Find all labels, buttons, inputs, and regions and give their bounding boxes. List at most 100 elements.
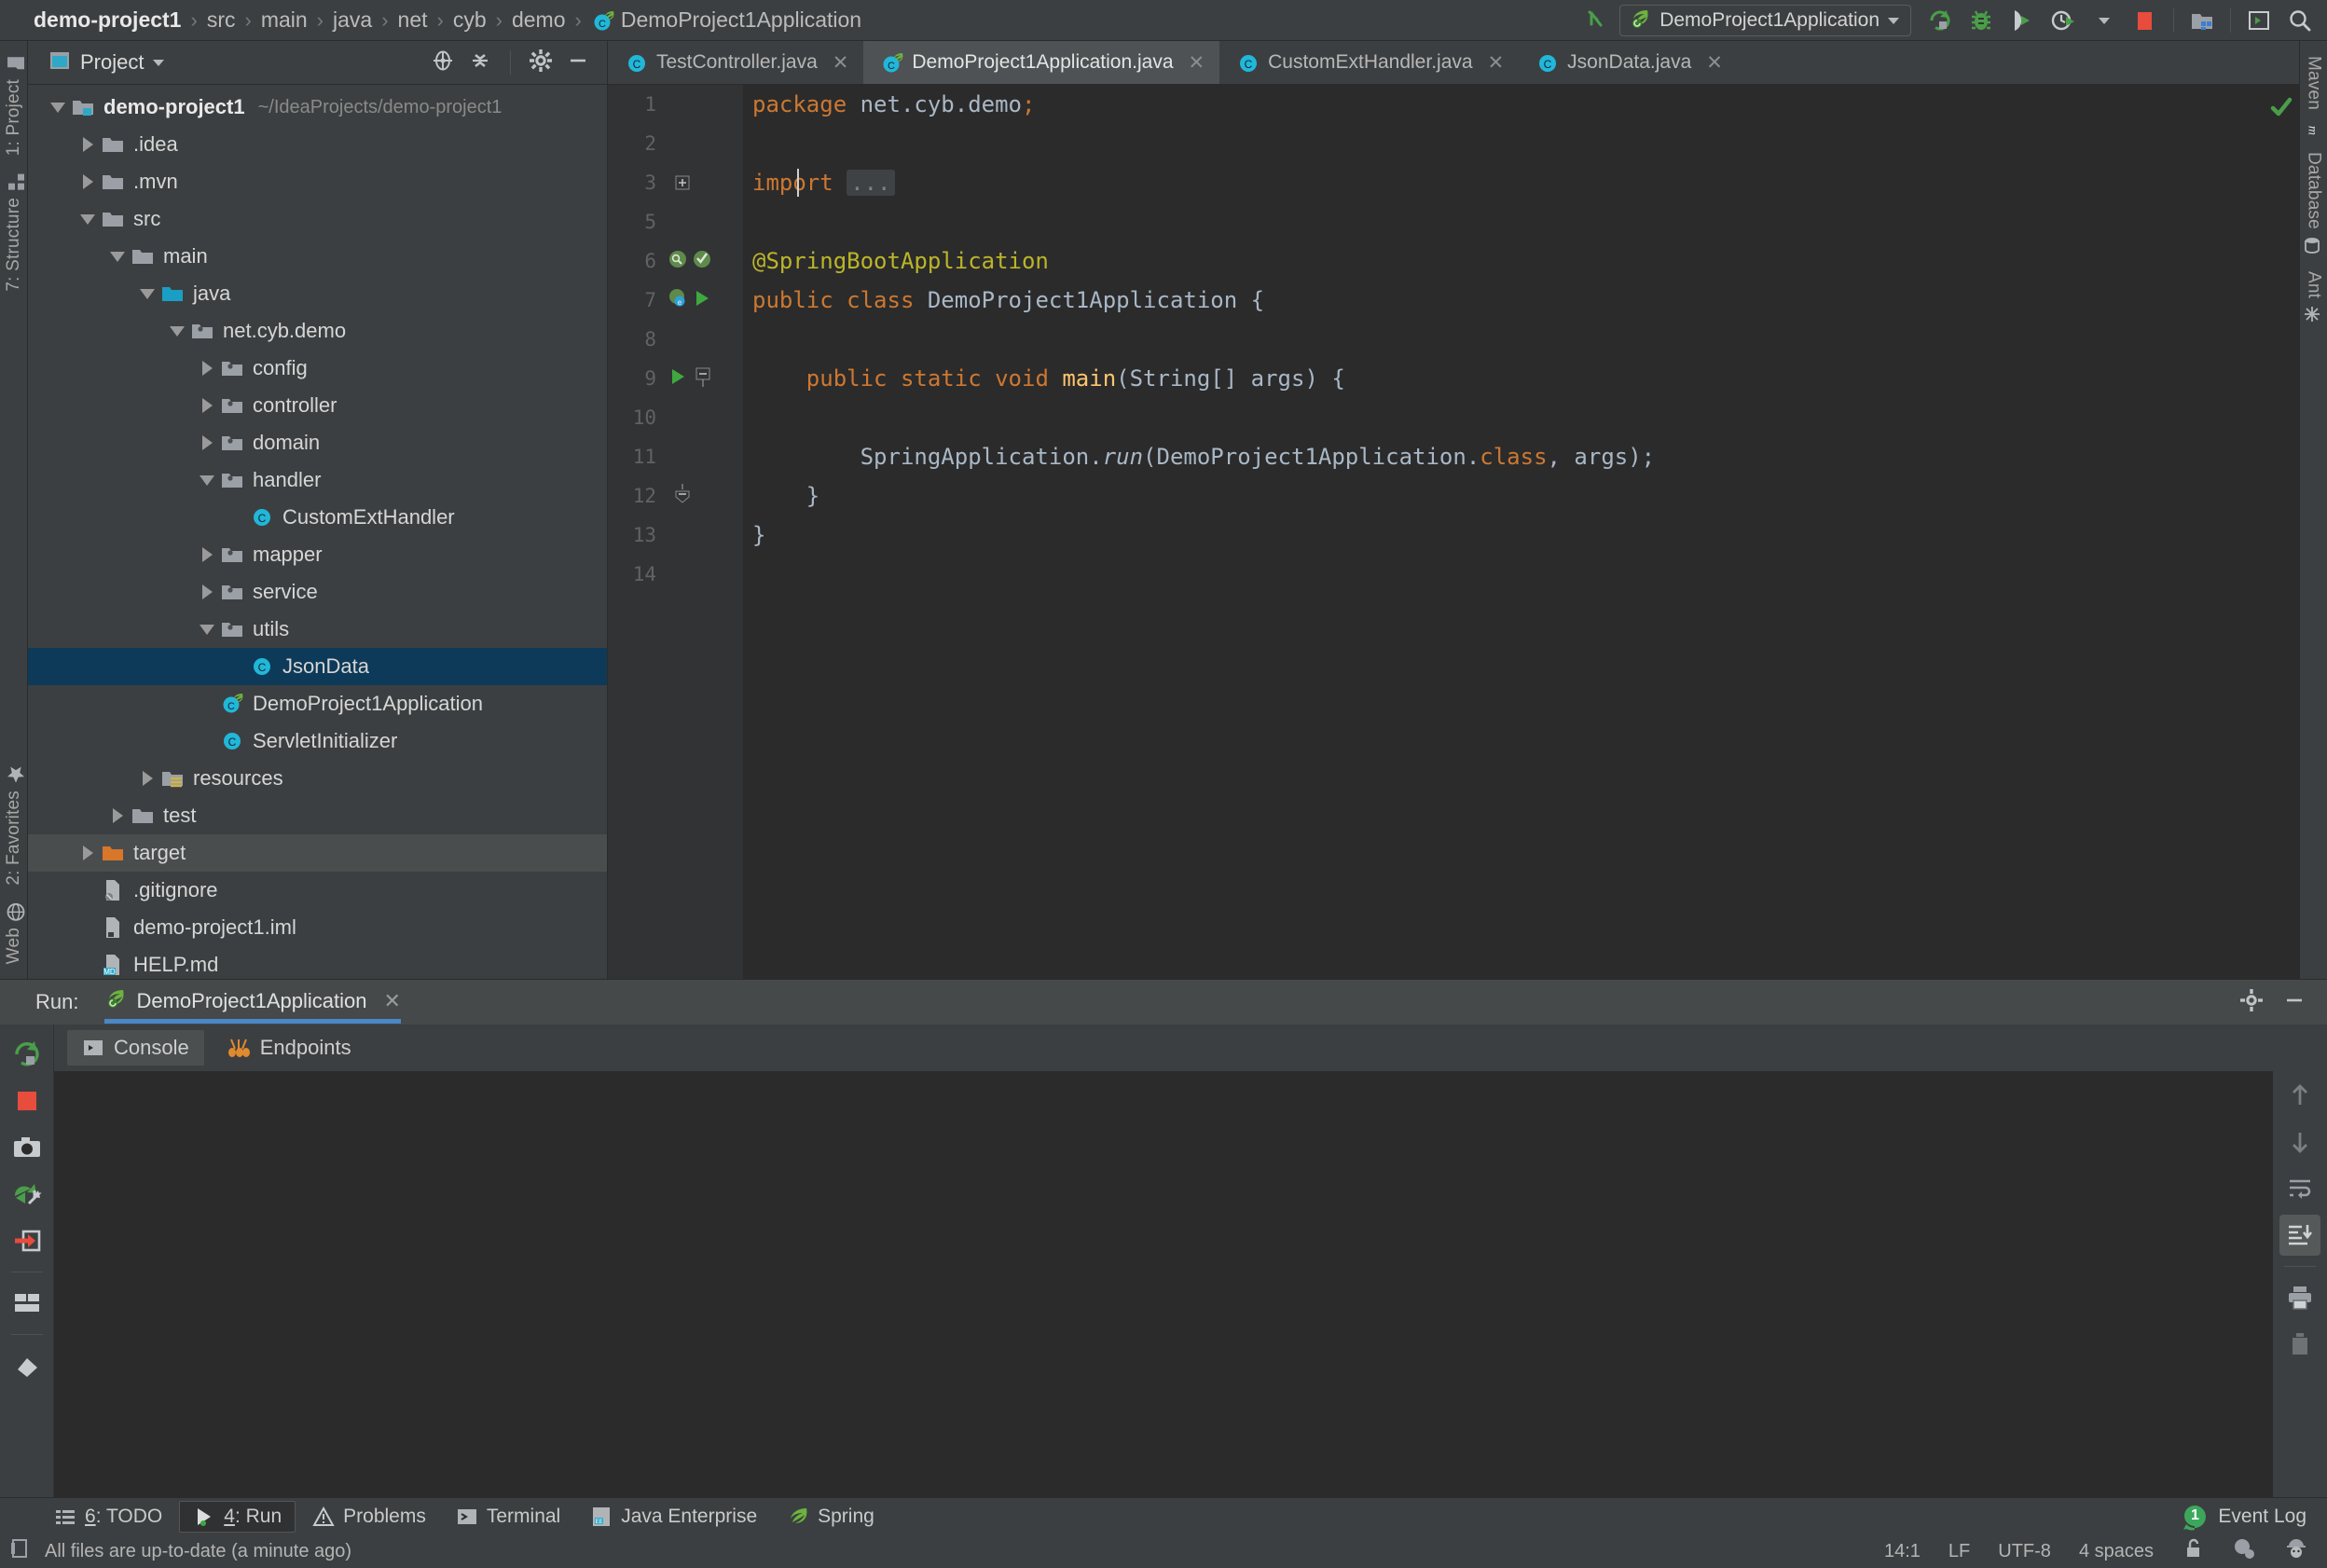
chevron-down-icon[interactable] (194, 475, 220, 486)
minimize-icon[interactable] (566, 48, 590, 77)
tree-node-help-md[interactable]: MD HELP.md (28, 946, 607, 979)
tree-node-test[interactable]: test (28, 797, 607, 834)
chevron-right-icon[interactable] (194, 361, 220, 376)
breadcrumb-item-net[interactable]: net (391, 7, 435, 33)
code-line[interactable]: } (752, 516, 2262, 555)
stop-button[interactable] (7, 1080, 48, 1121)
code-line[interactable]: SpringApplication. run (DemoProject1Applic… (752, 437, 2262, 476)
tree-node-demo-project1-iml[interactable]: demo-project1.iml (28, 909, 607, 946)
code-line[interactable]: import ... (752, 163, 2262, 202)
code-line[interactable] (752, 555, 2262, 594)
tree-node-demo-project1[interactable]: demo-project1 ~/IdeaProjects/demo-project… (28, 89, 607, 126)
run-subtab-console[interactable]: Console (67, 1030, 204, 1066)
bottom-bar-problems[interactable]: Problems (299, 1502, 439, 1532)
chevron-down-icon[interactable] (164, 325, 190, 337)
pin-icon[interactable] (7, 1345, 48, 1386)
indent-setting[interactable]: 4 spaces (2079, 1541, 2154, 1562)
editor-markup-gutter[interactable] (2262, 85, 2299, 979)
tree-node-config[interactable]: config (28, 350, 607, 387)
arrow-up-icon[interactable] (2279, 1075, 2320, 1116)
collapse-all-icon[interactable] (468, 48, 492, 77)
chevron-right-icon[interactable] (194, 547, 220, 562)
tree-node--gitignore[interactable]: .gitignore (28, 872, 607, 909)
tree-node-jsondata[interactable]: C JsonData (28, 648, 607, 685)
restart-icon[interactable] (7, 1174, 48, 1215)
chevron-right-icon[interactable] (75, 137, 101, 152)
tree-node-main[interactable]: main (28, 238, 607, 275)
camera-icon[interactable] (7, 1127, 48, 1168)
console-output[interactable] (54, 1071, 2273, 1497)
gutter-line[interactable]: 8 (608, 320, 743, 359)
code-line[interactable] (752, 124, 2262, 163)
stop-button[interactable] (2127, 5, 2163, 36)
chevron-down-icon[interactable] (194, 624, 220, 635)
breadcrumb-item-demo[interactable]: demo (504, 7, 573, 33)
breadcrumb-item-demoproject1application[interactable]: C DemoProject1Application (584, 7, 869, 33)
terminal-button[interactable] (2241, 5, 2277, 36)
code-line[interactable]: package net.cyb.demo; (752, 85, 2262, 124)
tree-node-java[interactable]: java (28, 275, 607, 312)
code-line[interactable] (752, 398, 2262, 437)
scroll-end-icon[interactable] (2279, 1215, 2320, 1256)
run-with-coverage-button[interactable] (2004, 5, 2040, 36)
rerun-button[interactable] (7, 1034, 48, 1075)
code-line[interactable] (752, 202, 2262, 241)
chevron-right-icon[interactable] (75, 174, 101, 189)
run-subtab-endpoints[interactable]: Endpoints (212, 1030, 366, 1066)
tool-strip-button-2-favorites[interactable]: 2: Favorites (1, 758, 27, 895)
bottom-bar-terminal[interactable]: Terminal (443, 1502, 573, 1532)
gutter-line[interactable]: 7e (608, 281, 743, 320)
tree-node-mapper[interactable]: mapper (28, 536, 607, 573)
chevron-down-icon[interactable] (75, 213, 101, 225)
fold-end-icon[interactable] (668, 484, 697, 508)
chevron-right-icon[interactable] (104, 808, 131, 823)
run-session-tab[interactable]: DemoProject1Application ✕ (104, 987, 401, 1024)
breadcrumb-item-cyb[interactable]: cyb (446, 7, 494, 33)
bean-search-icon[interactable] (668, 249, 688, 274)
close-icon[interactable]: ✕ (833, 51, 849, 75)
code-text-area[interactable]: package net.cyb.demo; import ... @SpringBo… (743, 85, 2262, 979)
chevron-right-icon[interactable] (194, 435, 220, 450)
bottom-bar-run[interactable]: 4: Run (179, 1500, 296, 1533)
chevron-right-icon[interactable] (134, 771, 160, 786)
tool-strip-button-7-structure[interactable]: 7: Structure (1, 165, 27, 301)
gutter-line[interactable]: 2 (608, 124, 743, 163)
code-line[interactable]: public static void main (String[] args) { (752, 359, 2262, 398)
chevron-down-icon[interactable] (134, 288, 160, 299)
close-icon[interactable]: ✕ (1488, 51, 1505, 75)
project-structure-button[interactable] (2184, 5, 2220, 36)
spring-bean-icon[interactable]: e (668, 288, 688, 313)
gutter-line[interactable]: 11 (608, 437, 743, 476)
run-arrow-icon[interactable] (692, 288, 712, 313)
code-line[interactable]: } (752, 476, 2262, 516)
breadcrumb-item-src[interactable]: src (200, 7, 243, 33)
green-check-icon[interactable] (2268, 94, 2294, 120)
search-everywhere-button[interactable] (2282, 5, 2318, 36)
back-arrow-icon[interactable] (1578, 5, 1614, 36)
code-line[interactable]: @SpringBootApplication (752, 241, 2262, 281)
code-line[interactable]: public class DemoProject1Application { (752, 281, 2262, 320)
gear-icon[interactable] (529, 48, 553, 77)
gutter-line[interactable]: 5 (608, 202, 743, 241)
layout-icon[interactable] (7, 1283, 48, 1324)
tool-strip-button-1-project[interactable]: 1: Project (1, 47, 27, 165)
tree-node-net-cyb-demo[interactable]: net.cyb.demo (28, 312, 607, 350)
gutter-line[interactable]: 6 (608, 241, 743, 281)
unlocked-icon[interactable] (2182, 1537, 2204, 1565)
editor-tab-jsondata-java[interactable]: C JsonData.java ✕ (1519, 41, 1738, 84)
run-configuration-selector[interactable]: DemoProject1Application (1619, 5, 1911, 36)
fold-collapse-icon[interactable] (688, 366, 718, 391)
gutter-line[interactable]: 14 (608, 555, 743, 594)
run-arrow-icon[interactable] (668, 366, 688, 392)
tool-strip-button-web[interactable]: Web (1, 895, 27, 973)
debug-button[interactable] (1963, 5, 1999, 36)
tree-node-service[interactable]: service (28, 573, 607, 611)
code-editor[interactable]: 1 2 3 5 6 7 e 8 9 10 11 12 13 14 package net.cyb.demo… (608, 85, 2299, 979)
minimize-icon[interactable] (2282, 988, 2306, 1017)
editor-tab-demoproject1application-java[interactable]: C DemoProject1Application.java ✕ (863, 41, 1220, 84)
breadcrumb-item-main[interactable]: main (254, 7, 315, 33)
tree-node-servletinitializer[interactable]: C ServletInitializer (28, 722, 607, 760)
event-log-label[interactable]: Event Log (2218, 1506, 2306, 1528)
chevron-down-icon[interactable] (153, 59, 165, 66)
tree-node-target[interactable]: target (28, 834, 607, 872)
